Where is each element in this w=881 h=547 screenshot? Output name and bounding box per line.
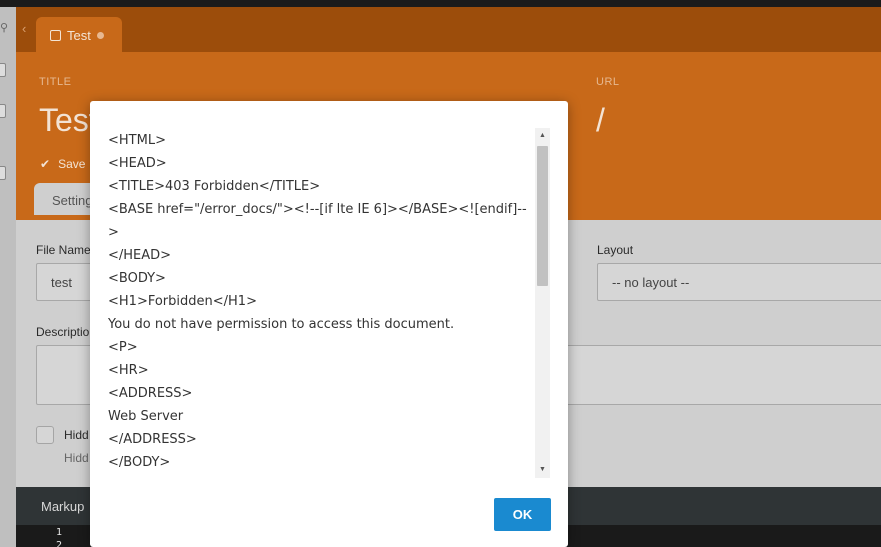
layout-select[interactable]: -- no layout -- xyxy=(597,263,881,301)
page-title[interactable]: Test xyxy=(39,102,98,139)
message-line: > xyxy=(108,225,119,240)
sidebar-item[interactable] xyxy=(0,166,6,180)
check-icon: ✔ xyxy=(40,157,51,171)
search-icon[interactable]: ⚲ xyxy=(0,21,10,34)
message-line: <TITLE>403 Forbidden</TITLE> xyxy=(108,179,321,194)
top-strip xyxy=(0,0,881,7)
message-line: <HR> xyxy=(108,363,149,378)
error-dialog: <HTML> <HEAD> <TITLE>403 Forbidden</TITL… xyxy=(90,101,568,547)
ok-button[interactable]: OK xyxy=(494,498,551,531)
unsaved-dot-icon xyxy=(96,32,104,39)
saved-text: Save xyxy=(58,157,86,171)
message-line: </HEAD> xyxy=(108,248,172,263)
message-line: You do not have permission to access thi… xyxy=(108,317,455,332)
message-line: </BODY> xyxy=(108,455,171,470)
message-line-with-redaction: Web Server xyxy=(108,405,528,428)
tab-markup[interactable]: Markup xyxy=(41,499,84,514)
line-number: 2 xyxy=(56,540,63,547)
hidden-label: Hidd xyxy=(64,428,89,442)
file-name-label: File Name xyxy=(36,243,91,257)
message-text: Web Server xyxy=(108,409,184,424)
message-line: <ADDRESS> xyxy=(108,386,193,401)
layout-value: -- no layout -- xyxy=(612,275,690,290)
saved-status: ✔ Save xyxy=(40,157,85,171)
scroll-down-icon[interactable]: ▼ xyxy=(535,462,550,478)
page-icon xyxy=(50,30,61,41)
message-line: </ADDRESS> xyxy=(108,432,197,447)
scroll-thumb[interactable] xyxy=(537,146,548,286)
title-label: TITLE xyxy=(39,76,72,88)
scroll-up-icon[interactable]: ▲ xyxy=(535,128,550,144)
sidebar-item[interactable] xyxy=(0,63,6,77)
dialog-scrollbar[interactable]: ▲ ▼ xyxy=(535,128,550,478)
line-number: 1 xyxy=(56,527,63,538)
redacted-block xyxy=(187,407,328,426)
tab-bar: ‹ Test xyxy=(16,7,881,53)
url-label: URL xyxy=(596,76,620,88)
message-line: <BODY> xyxy=(108,271,166,286)
file-name-value: test xyxy=(51,275,72,290)
hidden-hint: Hidd xyxy=(64,451,89,465)
message-line: <HEAD> xyxy=(108,156,167,171)
left-sidebar: ⚲ xyxy=(0,7,16,547)
message-line: <HTML> xyxy=(108,133,166,148)
tab-label: Test xyxy=(67,28,91,43)
description-label: Descriptio xyxy=(36,325,90,339)
layout-label: Layout xyxy=(597,243,634,257)
url-value[interactable]: / xyxy=(596,102,605,139)
dialog-message: <HTML> <HEAD> <TITLE>403 Forbidden</TITL… xyxy=(108,129,528,474)
message-line: <BASE href="/error_docs/"><!--[if lte IE… xyxy=(108,202,527,217)
message-line: <H1>Forbidden</H1> xyxy=(108,294,257,309)
hidden-checkbox[interactable] xyxy=(36,426,54,444)
settings-tab-label: Setting xyxy=(52,193,93,208)
sidebar-item[interactable] xyxy=(0,104,6,118)
chevron-left-icon[interactable]: ‹ xyxy=(22,21,26,36)
message-line: <P> xyxy=(108,340,138,355)
tab-test[interactable]: Test xyxy=(36,17,122,53)
